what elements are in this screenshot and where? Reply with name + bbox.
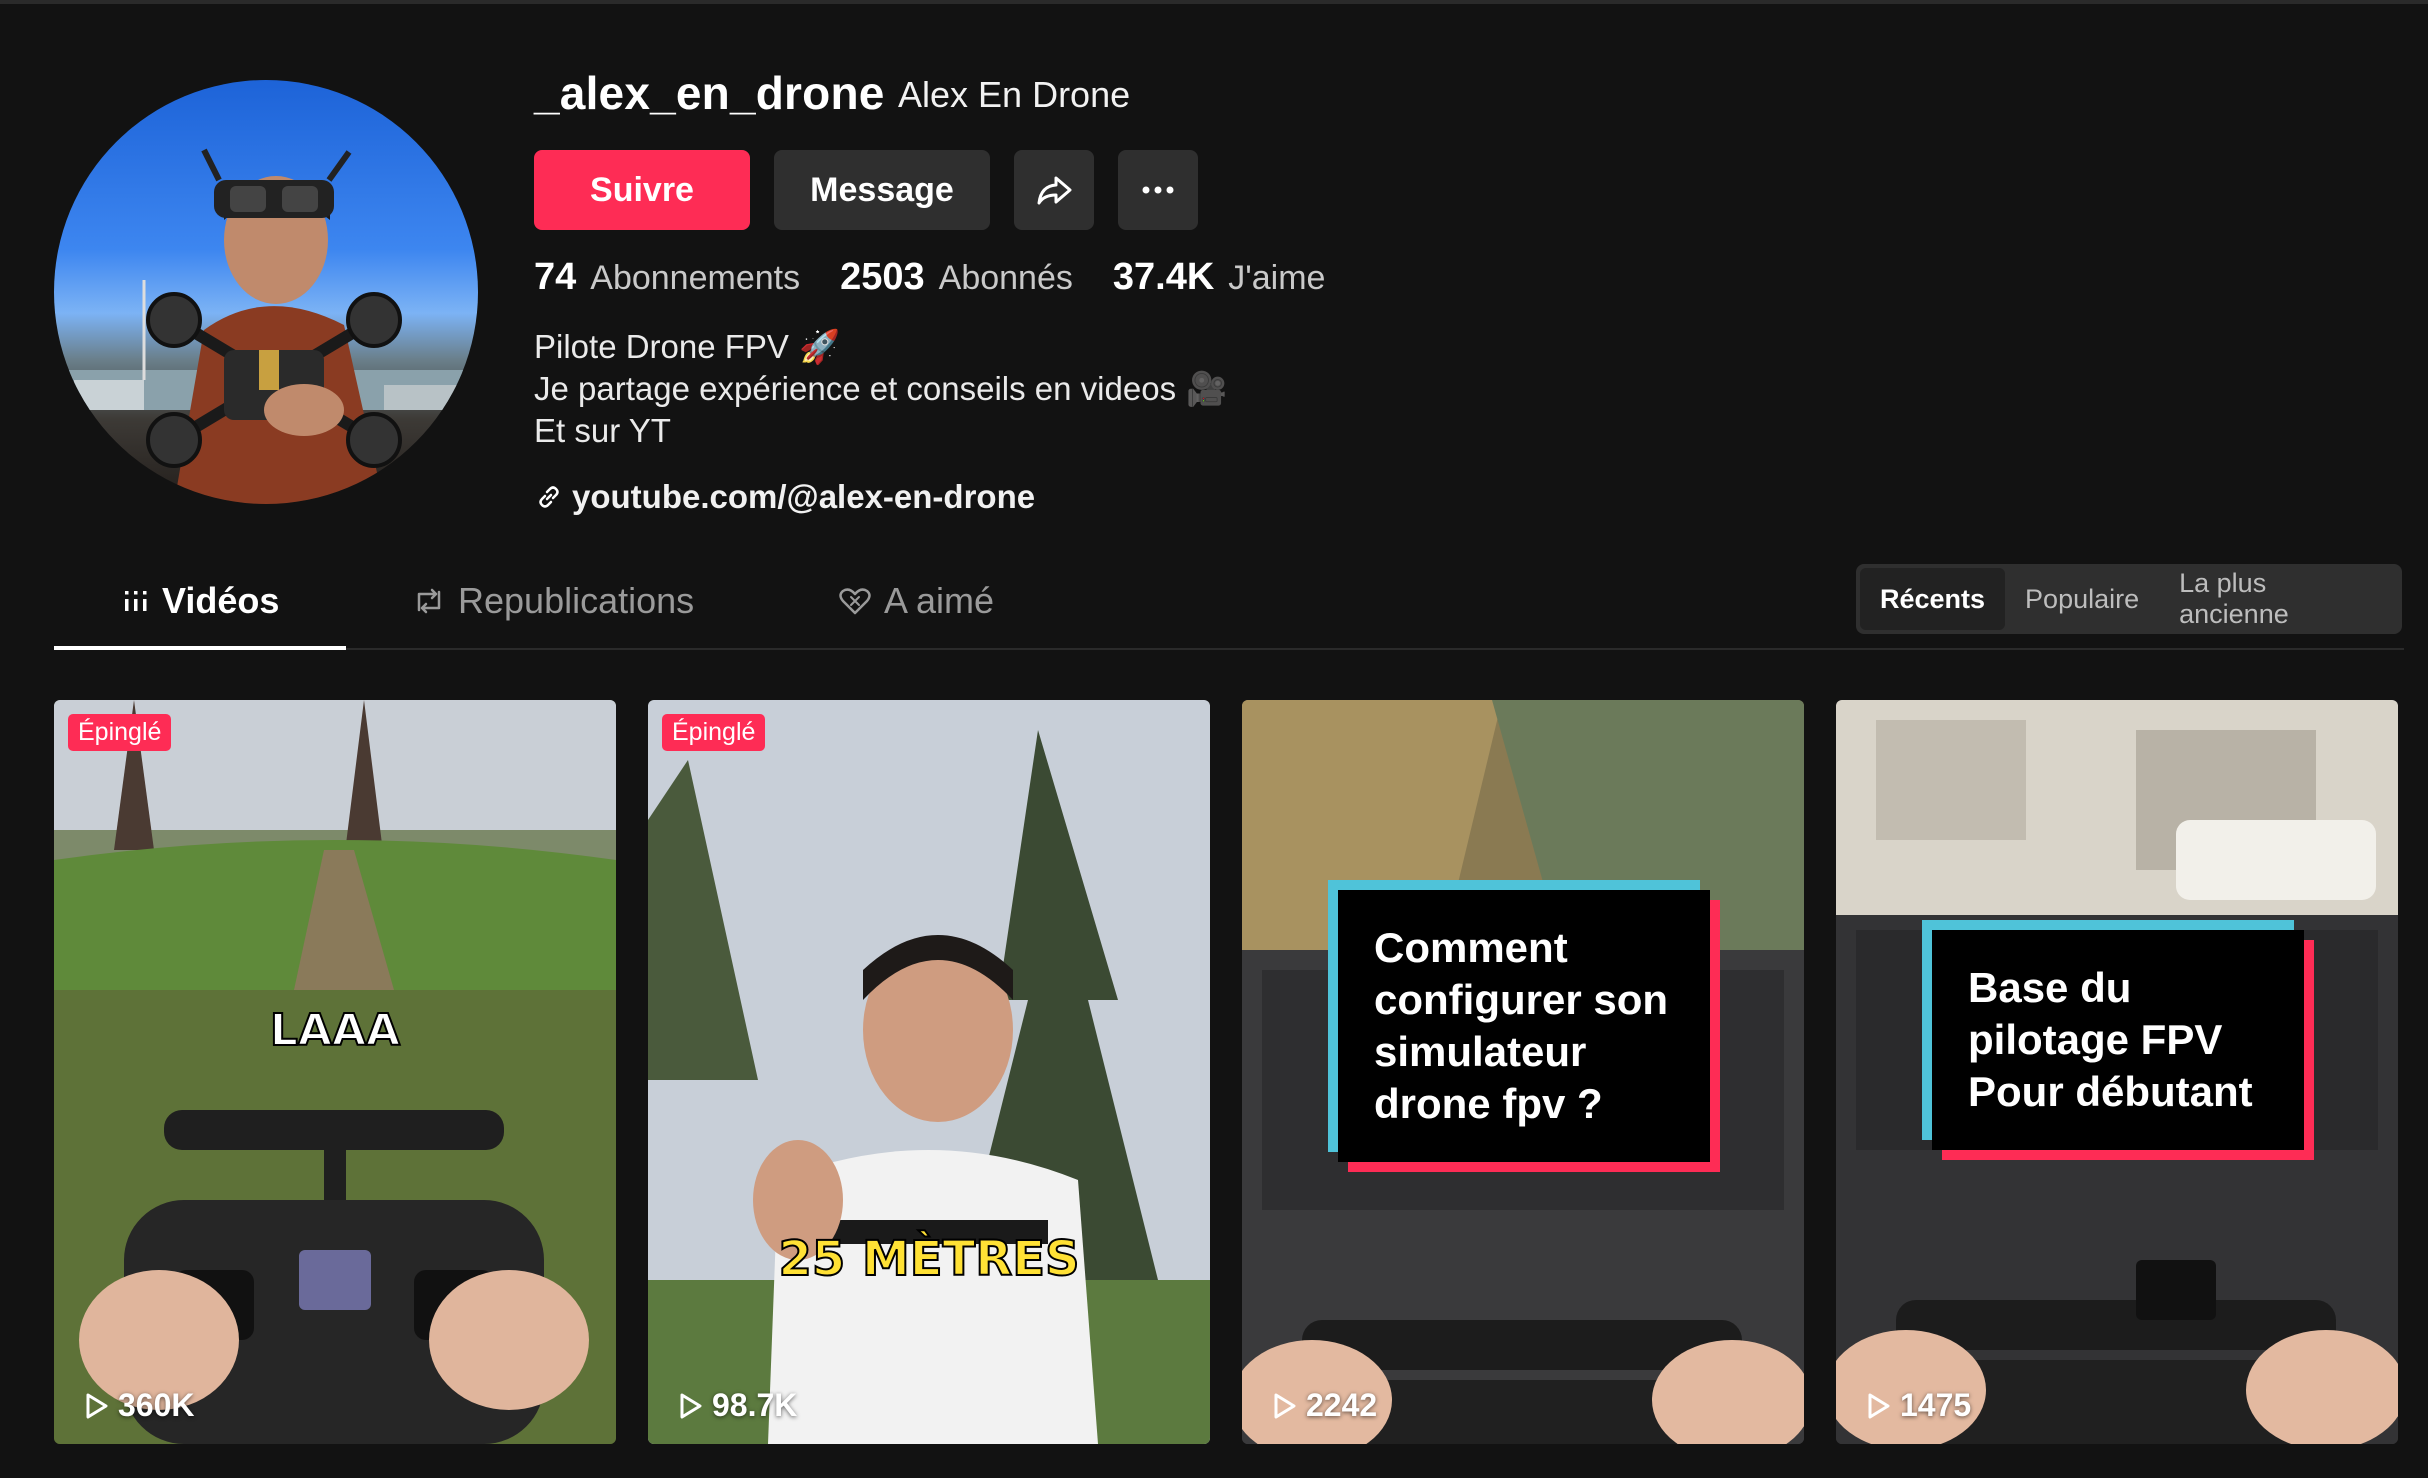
sort-oldest[interactable]: La plus ancienne (2159, 568, 2398, 630)
video-card[interactable]: Base du pilotage FPV Pour débutant 1475 (1836, 700, 2398, 1444)
view-count-value: 2242 (1306, 1387, 1378, 1423)
more-button[interactable] (1118, 150, 1198, 230)
bio-line-1: Pilote Drone FPV (534, 328, 789, 365)
sort-popular[interactable]: Populaire (2005, 568, 2159, 630)
video-thumbnail: LAAA (54, 700, 616, 1444)
sort-control: Récents Populaire La plus ancienne (1856, 564, 2402, 634)
view-count-value: 1475 (1900, 1387, 1972, 1423)
display-name: Alex En Drone (898, 74, 1131, 115)
pinned-badge: Épinglé (68, 714, 172, 751)
likes-label: J'aime (1228, 259, 1326, 297)
sort-recent[interactable]: Récents (1860, 568, 2006, 630)
rocket-icon: 🚀 (798, 328, 841, 365)
camera-icon: 🎥 (1186, 370, 1228, 407)
message-button[interactable]: Message (774, 150, 990, 230)
tab-videos[interactable]: Vidéos (122, 580, 279, 622)
avatar[interactable] (54, 80, 478, 504)
video-card[interactable]: 25 MÈTRES Épinglé 98.7K (648, 700, 1210, 1444)
following-count[interactable]: 74 (534, 256, 576, 299)
video-overlay-text: 25 MÈTRES (778, 1230, 1079, 1287)
bio-line-3: Et sur YT (534, 412, 671, 449)
video-card[interactable]: Comment configurer son simulateur drone … (1242, 700, 1804, 1444)
tab-reposts[interactable]: Republications (412, 580, 694, 622)
bio: Pilote Drone FPV 🚀 Je partage expérience … (534, 326, 1227, 452)
profile-link[interactable]: youtube.com/@alex-en-drone (534, 478, 1035, 516)
bio-line-2: Je partage expérience et conseils en vid… (534, 370, 1177, 407)
repost-icon (417, 588, 441, 614)
follow-button[interactable]: Suivre (534, 150, 750, 230)
more-icon (1142, 186, 1174, 194)
view-count-value: 98.7K (712, 1387, 798, 1423)
active-tab-indicator (54, 646, 346, 650)
play-icon (1868, 1393, 1890, 1418)
video-overlay-text: LAAA (270, 1005, 400, 1056)
play-icon (1274, 1393, 1296, 1418)
video-thumbnail: 25 MÈTRES (648, 700, 1210, 1444)
view-count: 360K (84, 1387, 195, 1424)
play-icon (680, 1393, 702, 1418)
grid-icon (125, 591, 147, 611)
likes-count: 37.4K (1112, 256, 1215, 298)
avatar-image (54, 148, 478, 504)
view-count: 2242 (1272, 1387, 1377, 1424)
view-count: 1475 (1866, 1387, 1971, 1424)
video-card[interactable]: LAAA Épinglé 360K (54, 700, 616, 1444)
view-count-value: 360K (118, 1387, 195, 1423)
share-icon (1037, 176, 1072, 205)
tab-videos-label: Vidéos (162, 580, 280, 621)
followers-label[interactable]: Abonnés (939, 259, 1073, 298)
heart-icon (839, 588, 871, 615)
top-divider (0, 0, 2428, 4)
tab-liked[interactable]: A aimé (838, 580, 994, 622)
view-count: 98.7K (678, 1387, 797, 1424)
video-overlay-caption: Comment configurer son simulateur drone … (1338, 890, 1710, 1162)
following-label[interactable]: Abonnements (590, 259, 800, 298)
profile-link-text[interactable]: youtube.com/@alex-en-drone (572, 478, 1035, 516)
link-icon (539, 486, 559, 508)
pinned-badge: Épinglé (662, 714, 766, 751)
share-button[interactable] (1014, 150, 1094, 230)
profile-stats: 74 Abonnements 2503 Abonnés 37.4K J'aime (534, 256, 1365, 299)
followers-count[interactable]: 2503 (840, 256, 925, 299)
tab-liked-label: A aimé (884, 580, 995, 621)
video-overlay-caption: Base du pilotage FPV Pour débutant (1932, 930, 2304, 1150)
username: _alex_en_drone (534, 67, 885, 119)
tab-reposts-label: Republications (458, 580, 695, 621)
play-icon (86, 1393, 108, 1418)
